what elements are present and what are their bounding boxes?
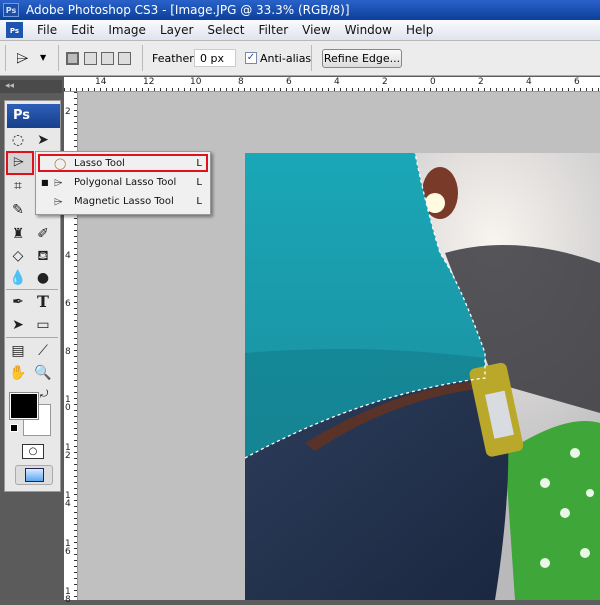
options-bar: ⌲ ▼ Feather: 0 px ✓ Anti-alias Refine Ed… [0, 41, 600, 76]
menu-view[interactable]: View [295, 23, 337, 37]
menu-item-magnetic-lasso-tool[interactable]: ⌲ Magnetic Lasso Tool L [36, 192, 210, 211]
healing-brush-icon[interactable]: ✎ [8, 200, 28, 220]
lasso-tool-button[interactable]: ⌲ [6, 151, 34, 175]
ruler-label: 4 [334, 77, 340, 87]
ruler-label: 10 [190, 77, 202, 87]
photo[interactable] [245, 153, 600, 600]
ruler-label: 8 [65, 347, 71, 357]
eraser-icon[interactable]: ◇ [8, 246, 28, 266]
photoshop-logo[interactable]: Ps [7, 104, 60, 128]
highlight-box [38, 154, 208, 172]
ruler-label: 6 [574, 77, 580, 87]
lasso-tools-flyout-menu: ◯ Lasso Tool L ■ ⌲ Polygonal Lasso Tool … [35, 151, 211, 215]
hand-tool-icon[interactable]: ✋ [8, 363, 28, 383]
anti-alias-checkbox[interactable]: ✓ [245, 52, 257, 64]
ruler-label: 8 [238, 77, 244, 87]
menu-item-polygonal-lasso-tool[interactable]: ■ ⌲ Polygonal Lasso Tool L [36, 173, 210, 192]
ruler-label: 4 [65, 251, 71, 261]
divider [58, 45, 59, 71]
history-brush-icon[interactable]: ✐ [33, 224, 53, 244]
type-tool-icon[interactable]: T [33, 292, 53, 312]
magnetic-lasso-icon: ⌲ [54, 195, 63, 208]
ruler-label: 14 [65, 491, 71, 509]
menu-image[interactable]: Image [101, 23, 153, 37]
ruler-label: 12 [65, 443, 71, 461]
path-selection-icon[interactable]: ➤ [8, 315, 28, 335]
paint-bucket-icon[interactable]: ⛾ [33, 246, 53, 266]
divider [6, 289, 58, 290]
menu-bar: File Edit Image Layer Select Filter View… [0, 20, 600, 41]
ruler-label: 0 [430, 77, 436, 87]
move-tool-icon[interactable]: ➤ [33, 130, 53, 150]
ruler-label: 2 [65, 107, 71, 117]
feather-input[interactable]: 0 px [194, 49, 236, 67]
feather-label: Feather: [152, 52, 198, 65]
dodge-icon[interactable]: ● [33, 268, 53, 288]
polygonal-lasso-icon: ⌲ [54, 176, 63, 189]
menu-filter[interactable]: Filter [251, 23, 295, 37]
menu-file[interactable]: File [30, 23, 64, 37]
collapse-panel-button[interactable]: ◂◂ [0, 80, 62, 93]
document-icon[interactable]: Ps [6, 22, 23, 38]
blur-icon[interactable]: 💧 [8, 268, 28, 288]
menu-layer[interactable]: Layer [153, 23, 200, 37]
notes-tool-icon[interactable]: ▤ [8, 341, 28, 361]
ruler-label: 6 [65, 299, 71, 309]
anti-alias-label: Anti-alias [260, 52, 312, 65]
gripper[interactable] [5, 45, 6, 71]
screen-mode-icon [25, 468, 44, 482]
menu-item-label: Magnetic Lasso Tool [74, 196, 174, 207]
app-logo-icon: Ps [3, 3, 19, 17]
chevron-down-icon[interactable]: ▼ [40, 53, 46, 62]
refine-edge-button[interactable]: Refine Edge... [322, 49, 402, 68]
eyedropper-icon[interactable]: ⟋ [33, 341, 53, 361]
default-colors-icon[interactable] [10, 424, 18, 432]
swap-colors-icon[interactable]: ⤾ [40, 389, 48, 400]
ruler-label: 6 [286, 77, 292, 87]
window-title: Adobe Photoshop CS3 - [Image.JPG @ 33.3%… [26, 3, 350, 17]
divider [142, 45, 143, 71]
divider [311, 45, 312, 71]
ruler-label: 14 [95, 77, 107, 87]
rectangle-tool-icon[interactable]: ▭ [33, 315, 53, 335]
divider [6, 337, 58, 338]
marquee-tool-icon[interactable]: ◌ [8, 130, 28, 150]
menu-help[interactable]: Help [399, 23, 440, 37]
current-tool-bullet-icon: ■ [41, 178, 49, 187]
menu-edit[interactable]: Edit [64, 23, 101, 37]
ruler-label: 2 [478, 77, 484, 87]
polygonal-lasso-icon: ⌲ [13, 154, 24, 170]
menu-select[interactable]: Select [200, 23, 251, 37]
foreground-color-swatch[interactable] [9, 392, 39, 420]
ruler-label: 16 [65, 539, 71, 557]
crop-tool-icon[interactable]: ⌗ [8, 176, 28, 196]
ruler-label: 18 [65, 587, 71, 605]
screen-mode-button[interactable] [15, 465, 53, 485]
menu-window[interactable]: Window [338, 23, 399, 37]
ruler-label: 2 [382, 77, 388, 87]
add-selection-button[interactable] [84, 52, 97, 65]
menu-item-label: Polygonal Lasso Tool [74, 177, 177, 188]
pen-tool-icon[interactable]: ✒ [8, 292, 28, 312]
polygonal-lasso-preset-icon[interactable]: ⌲ [16, 48, 28, 68]
new-selection-button[interactable] [66, 52, 79, 65]
zoom-tool-icon[interactable]: 🔍 [33, 363, 53, 383]
subtract-selection-button[interactable] [101, 52, 114, 65]
ruler-label: 12 [143, 77, 155, 87]
intersect-selection-button[interactable] [118, 52, 131, 65]
clone-stamp-icon[interactable]: ♜ [8, 224, 28, 244]
title-bar: Adobe Photoshop CS3 - [Image.JPG @ 33.3%… [0, 0, 600, 20]
horizontal-ruler[interactable]: 14 12 10 8 6 4 2 0 2 4 6 [64, 77, 600, 92]
shortcut-key: L [196, 177, 202, 188]
ruler-label: 4 [526, 77, 532, 87]
quick-mask-icon[interactable]: ○ [22, 444, 44, 459]
photo-image [245, 153, 600, 600]
shortcut-key: L [196, 196, 202, 207]
ruler-label: 10 [65, 395, 71, 413]
